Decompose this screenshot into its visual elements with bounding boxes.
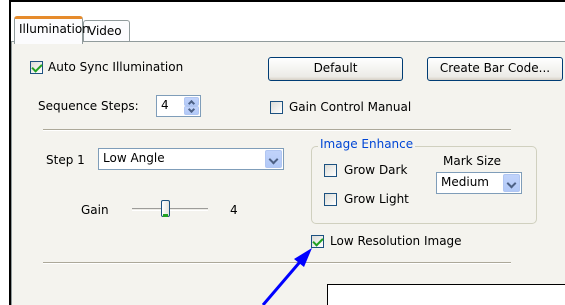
callout-box — [327, 284, 565, 305]
callout-arrow-line — [261, 255, 307, 305]
callout-arrow — [261, 248, 312, 305]
tab-illumination[interactable]: Illumination — [14, 16, 90, 44]
tab-illumination-label: Illumination — [19, 22, 90, 36]
